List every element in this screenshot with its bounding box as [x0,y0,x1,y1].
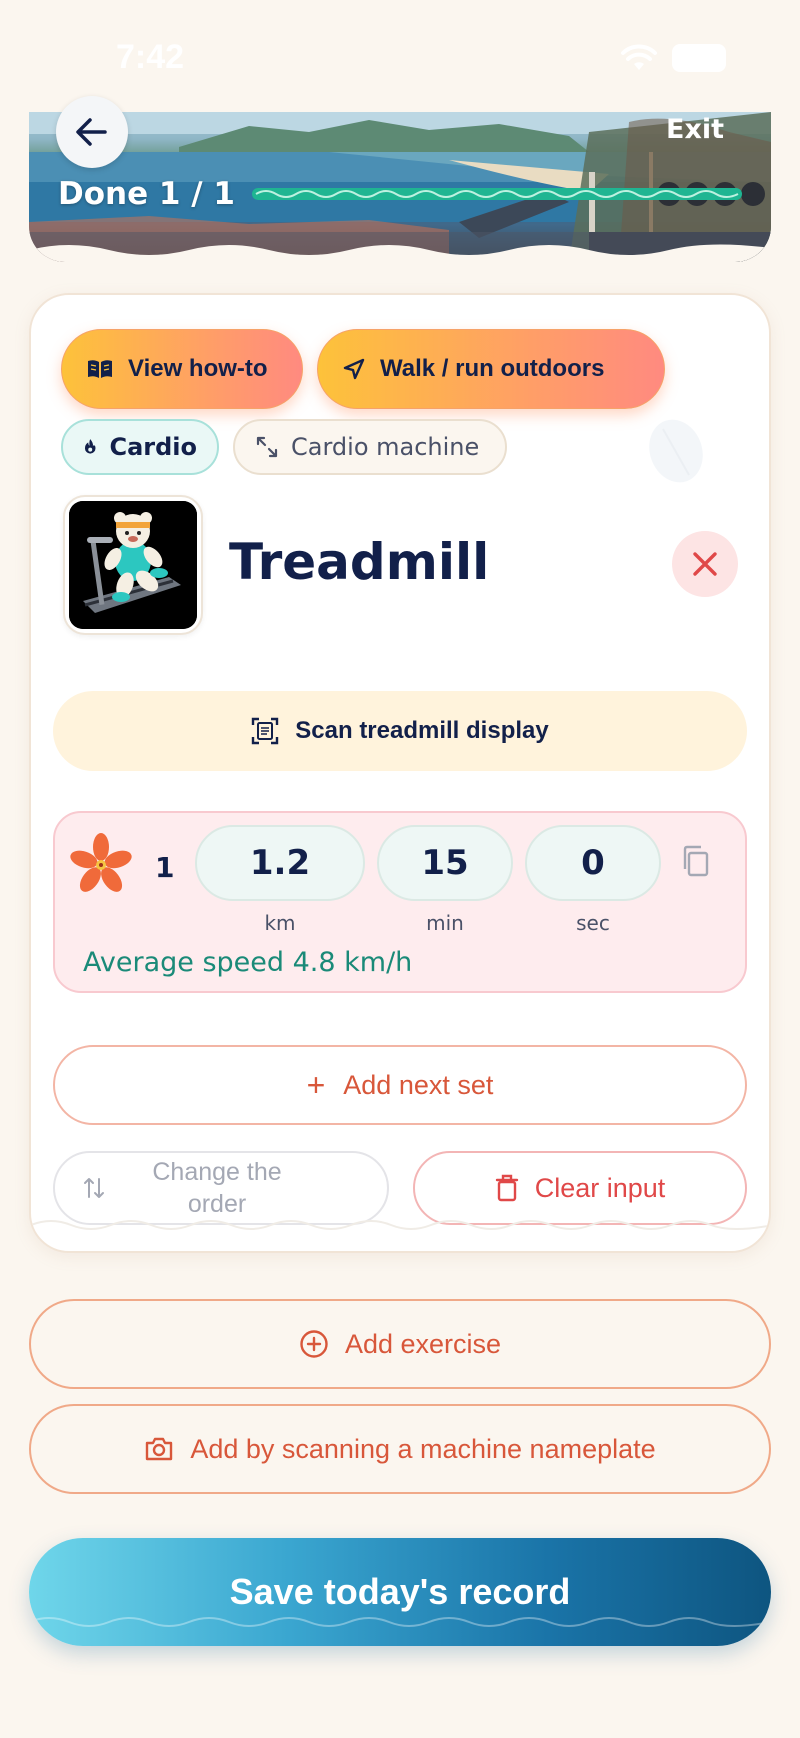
scan-treadmill-display-button[interactable]: Scan treadmill display [53,691,747,771]
exercise-name: Treadmill [229,533,490,591]
navigation-arrow-icon [343,358,365,380]
remove-exercise-button[interactable] [672,531,738,597]
set-number: 1 [155,851,175,884]
cardio-machine-tag: Cardio machine [233,419,507,475]
save-record-button[interactable]: Save today's record [29,1538,771,1646]
minutes-input[interactable]: 15 [377,825,513,901]
exercise-card: View how-to Walk / run outdoors Cardio C… [29,293,771,1253]
seconds-unit: sec [576,911,610,935]
status-bar: 7:42 [0,0,800,112]
set-row: 1 1.2 km 15 min 0 sec Average speed 4.8 … [53,811,747,993]
average-speed-label: Average speed 4.8 km/h [83,947,413,978]
sort-arrows-icon [84,1178,104,1198]
wifi-icon [620,44,658,72]
scan-nameplate-label: Add by scanning a machine nameplate [190,1433,656,1464]
add-exercise-label: Add exercise [344,1328,502,1359]
status-icons [620,44,726,72]
plus-circle-icon [300,1330,328,1358]
view-how-to-label: View how-to [128,355,268,382]
clear-input-label: Clear input [534,1172,666,1203]
back-button[interactable] [56,96,128,168]
save-record-label: Save today's record [229,1571,571,1612]
scan-treadmill-display-label: Scan treadmill display [295,717,549,744]
walk-run-outdoors-label: Walk / run outdoors [380,355,605,382]
arrow-left-icon [76,118,107,146]
seconds-input[interactable]: 0 [525,825,661,901]
card-wave-decoration [31,1220,769,1230]
flame-icon [84,439,96,454]
walk-run-outdoors-chip[interactable]: Walk / run outdoors [317,329,665,409]
exercise-thumbnail [63,495,203,635]
plus-icon: + [306,1066,326,1103]
add-exercise-button[interactable]: Add exercise [29,1299,771,1389]
progress-bar [252,188,742,200]
expand-arrows-icon [256,436,278,458]
hibiscus-flower-icon [70,833,132,892]
book-open-icon [88,360,112,378]
exit-link[interactable]: Exit [666,114,724,145]
treadmill-bear-image [69,501,197,629]
save-wave-decoration [29,1617,771,1627]
scan-document-icon [252,717,279,745]
cardio-machine-label: Cardio machine [291,433,480,461]
camera-icon [146,1437,173,1461]
cardio-tag-label: Cardio [109,433,197,461]
copy-set-icon[interactable] [681,845,711,879]
leaf-decoration-icon [649,419,703,483]
distance-input[interactable]: 1.2 [195,825,365,901]
done-progress-label: Done 1 / 1 [58,176,235,212]
trash-icon [495,1174,518,1202]
battery-icon [672,44,726,72]
banner-wave-edge [29,244,771,262]
add-next-set-label: Add next set [343,1069,494,1100]
cardio-tag: Cardio [61,419,219,475]
close-icon [693,552,717,576]
add-next-set-button[interactable]: + Add next set [53,1045,747,1125]
scan-nameplate-button[interactable]: Add by scanning a machine nameplate [29,1404,771,1494]
status-time: 7:42 [116,38,185,76]
distance-unit: km [264,911,296,935]
minutes-unit: min [426,911,464,935]
view-how-to-chip[interactable]: View how-to [61,329,303,409]
change-order-label: Change the order [152,1157,282,1219]
